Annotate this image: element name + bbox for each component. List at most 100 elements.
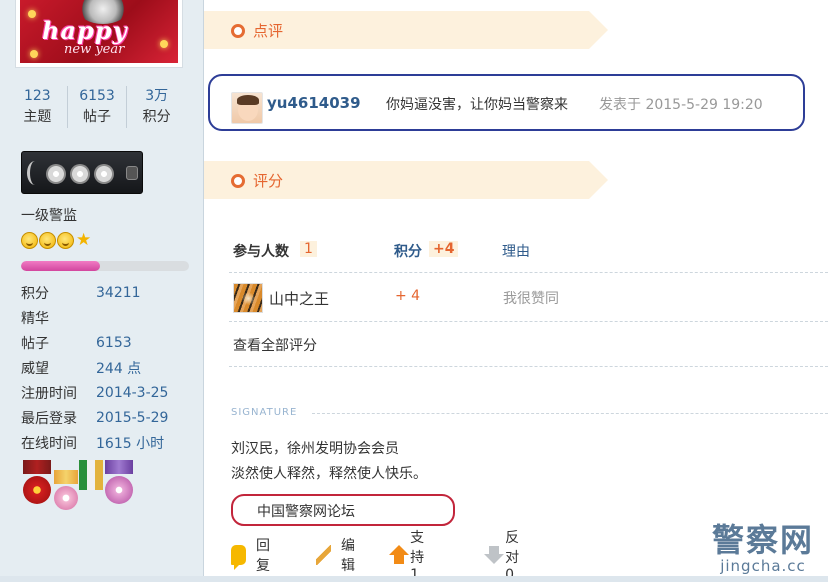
star-pip-icon [94,164,114,184]
profile-row-prestige: 威望 244 点 [21,355,201,380]
stat-value: 6153 [79,88,115,104]
commenter-username[interactable]: yu4614039 [267,94,361,112]
star-pip-icon [70,164,90,184]
participants-label: 参与人数 [233,244,289,260]
medal-icon[interactable] [105,460,133,504]
avatar[interactable]: happy new year [20,0,178,63]
profile-value: 1615 小时 [96,435,165,452]
points-total: +4 [429,241,459,257]
rate-table-header: 参与人数 1 积分 +4 理由 [233,241,828,263]
edit-label: 编辑 [341,538,355,574]
pencil-icon [316,545,331,565]
profile-value: 244 点 [96,360,142,377]
smiley-icon [57,232,74,249]
sparkle-icon [30,50,38,58]
sparkle-icon [28,10,36,18]
hair-icon [237,95,259,105]
rater-avatar[interactable] [233,283,263,313]
oppose-button[interactable]: 反对 0 [484,530,528,582]
stat-threads[interactable]: 123 主题 [8,86,67,128]
rater-username[interactable]: 山中之王 [269,288,329,309]
profile-row-registered: 注册时间 2014-3-25 [21,380,201,405]
profile-row-last-login: 最后登录 2015-5-29 [21,405,201,430]
reply-icon [231,545,246,570]
rank-level-icons: ★ [21,232,91,249]
reply-button[interactable]: 回复 [231,538,276,574]
stat-value: 123 [23,88,51,104]
user-stats: 123 主题 6153 帖子 3万 积分 [8,86,186,128]
signature-line: 淡然使人释然，释然使人快乐。 [231,466,427,482]
avatar-text: new year [64,42,125,57]
watermark-subtitle: jingcha.cc [720,557,806,575]
section-title: 评分 [253,172,284,190]
smiley-icon [21,232,38,249]
star-icon: ★ [76,230,92,250]
divider [229,321,828,322]
profile-row-online-time: 在线时间 1615 小时 [21,430,201,455]
reason-label: 理由 [502,244,530,260]
comment-section-header: 点评 [204,11,608,49]
profile-row-digest: 精华 [21,305,201,330]
section-title: 点评 [253,22,284,40]
avatar-frame: happy new year [15,0,183,68]
support-button[interactable]: 支持 1 [389,530,433,582]
divider [312,413,828,414]
section-circle-icon [231,24,245,38]
rank-title: 一级警监 [21,208,77,224]
medal-icon[interactable] [23,460,51,504]
rank-progress-bar [21,261,189,271]
watermark-title: 警察网 [711,521,814,559]
rater-points: + 4 [395,288,421,304]
smiley-icon [39,232,56,249]
site-watermark: 警察网 jingcha.cc [700,522,826,578]
profile-key: 注册时间 [21,385,77,402]
arrow-down-icon [484,545,505,565]
profile-row-credits: 积分 34211 [21,280,201,305]
arrow-up-icon [389,545,410,565]
table-row: 山中之王 + 4 我很赞同 [233,283,828,315]
avatar-text: happy [42,16,128,45]
bottom-border [0,576,828,582]
profile-info-list: 积分 34211 精华 帖子 6153 威望 244 点 注册时间 2014-3… [21,280,201,455]
button-pip-icon [126,166,138,180]
rater-reason: 我很赞同 [503,291,559,307]
signature-link[interactable]: 中国警察网论坛 [257,501,355,521]
medal-icon[interactable] [54,470,78,510]
profile-key: 精华 [21,310,49,327]
stat-value: 3万 [145,88,169,104]
profile-value[interactable]: 34211 [96,285,141,301]
medal-list [21,460,141,518]
section-circle-icon [231,174,245,188]
signature-label: SIGNATURE [231,407,298,418]
profile-value[interactable]: 6153 [96,335,132,351]
sparkle-icon [160,40,168,48]
oppose-label: 反对 0 [505,530,520,582]
profile-key: 最后登录 [21,410,77,427]
stat-label: 主题 [23,109,52,125]
profile-value: 2015-5-29 [96,409,169,426]
comment-timestamp: 发表于 2015-5-29 19:20 [599,97,763,113]
support-label: 支持 1 [410,530,425,582]
view-all-ratings-link[interactable]: 查看全部评分 [233,335,317,355]
signature-line: 刘汉民，徐州发明协会会员 [231,441,399,457]
commenter-avatar[interactable] [231,92,263,124]
reply-label: 回复 [256,538,270,574]
medal-icon[interactable] [79,460,103,490]
rank-progress-fill [21,261,100,271]
rate-section-header: 评分 [204,161,608,199]
profile-row-posts: 帖子 6153 [21,330,201,355]
stat-posts[interactable]: 6153 帖子 [66,86,127,128]
edit-button[interactable]: 编辑 [316,538,361,574]
stat-label: 积分 [142,109,171,125]
profile-key: 在线时间 [21,435,77,452]
participants-count: 1 [300,241,317,257]
user-sidebar: happy new year 123 主题 6153 帖子 3万 积分 一级警监… [0,0,204,582]
stat-label: 帖子 [83,109,111,125]
profile-value: 2014-3-25 [96,384,169,401]
divider [229,366,828,367]
rank-insignia-icon [21,151,143,194]
stat-credits[interactable]: 3万 积分 [126,86,186,128]
divider [229,272,828,273]
profile-key: 威望 [21,360,49,377]
profile-key: 积分 [21,285,49,302]
